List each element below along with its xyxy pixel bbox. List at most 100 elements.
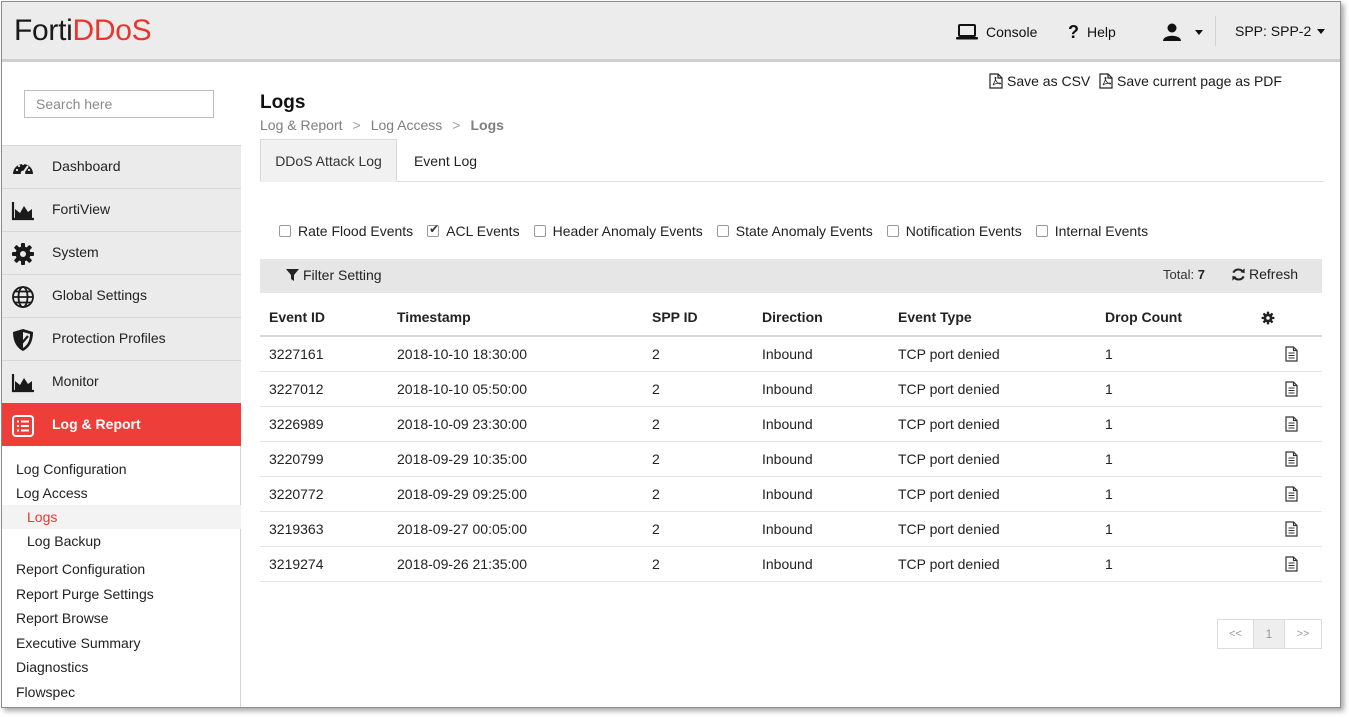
pagination-page-1[interactable]: 1: [1254, 620, 1285, 648]
checkbox[interactable]: [886, 225, 899, 237]
table-row[interactable]: 3226989 2018-10-09 23:30:00 2 Inbound TCP po…: [260, 406, 1322, 442]
view-details-button[interactable]: [1261, 336, 1322, 372]
breadcrumb-separator: >: [352, 117, 361, 133]
main-content: Save as CSV Save current page as PDF Log…: [242, 65, 1340, 707]
cell-drop-count: 1: [1096, 371, 1261, 407]
column-header-event-id[interactable]: Event ID: [260, 299, 388, 337]
sidebar-item-label: Dashboard: [52, 158, 121, 174]
console-button[interactable]: Console: [955, 20, 1037, 44]
list-report-icon: [10, 414, 36, 438]
table-row[interactable]: 3220772 2018-09-29 09:25:00 2 Inbound TCP po…: [260, 476, 1322, 512]
pagination-next-button[interactable]: >>: [1285, 620, 1321, 648]
filter-header-anomaly-events[interactable]: Header Anomaly Events: [533, 223, 703, 239]
submenu-diagnostics[interactable]: Diagnostics: [2, 655, 241, 679]
column-settings-button[interactable]: [1261, 299, 1322, 337]
column-header-spp-id[interactable]: SPP ID: [643, 299, 753, 337]
cell-event-type: TCP port denied: [889, 441, 1096, 477]
cell-timestamp: 2018-10-10 05:50:00: [388, 371, 643, 407]
filter-internal-events[interactable]: Internal Events: [1035, 223, 1148, 239]
sidebar-item-monitor[interactable]: Monitor: [2, 360, 241, 403]
sidebar-item-global-settings[interactable]: Global Settings: [2, 274, 241, 317]
spp-label: SPP: SPP-2: [1235, 23, 1312, 39]
filter-notification-events[interactable]: Notification Events: [886, 223, 1022, 239]
sidebar-item-protection-profiles[interactable]: Protection Profiles: [2, 317, 241, 360]
sidebar-item-label: System: [52, 244, 99, 260]
breadcrumb-item[interactable]: Log Access: [371, 117, 443, 133]
top-header: FortiDDoS Console ? Help SPP: SPP-2: [2, 2, 1340, 62]
cell-event-type: TCP port denied: [889, 476, 1096, 512]
cell-event-id: 3227161: [260, 336, 388, 372]
column-header-timestamp[interactable]: Timestamp: [388, 299, 643, 337]
event-type-filters: Rate Flood Events ACL Events Header Anom…: [279, 221, 1162, 241]
submenu-logs[interactable]: Logs: [2, 505, 241, 529]
cell-event-id: 3220799: [260, 441, 388, 477]
view-details-button[interactable]: [1261, 371, 1322, 407]
pagination: << 1 >>: [1217, 619, 1322, 649]
cell-event-id: 3219274: [260, 546, 388, 582]
checkbox[interactable]: [279, 225, 291, 237]
view-details-button[interactable]: [1261, 546, 1322, 582]
checkbox-checked[interactable]: [427, 222, 439, 237]
console-label: Console: [986, 24, 1038, 40]
table-row[interactable]: 3220799 2018-09-29 10:35:00 2 Inbound TCP po…: [260, 441, 1322, 477]
spp-selector[interactable]: SPP: SPP-2: [1235, 19, 1326, 43]
submenu-flowspec[interactable]: Flowspec: [2, 680, 241, 704]
column-header-drop-count[interactable]: Drop Count: [1096, 299, 1261, 337]
submenu-executive-summary[interactable]: Executive Summary: [2, 631, 241, 655]
user-menu-button[interactable]: [1162, 20, 1203, 44]
submenu-log-access[interactable]: Log Access: [2, 481, 241, 505]
sidebar-item-dashboard[interactable]: Dashboard: [2, 145, 241, 188]
refresh-button[interactable]: Refresh: [1231, 266, 1298, 282]
document-icon: [1285, 486, 1298, 502]
submenu-report-configuration[interactable]: Report Configuration: [2, 557, 241, 581]
view-details-button[interactable]: [1261, 511, 1322, 547]
submenu-log-backup[interactable]: Log Backup: [2, 529, 241, 553]
view-details-button[interactable]: [1261, 441, 1322, 477]
document-icon: [1285, 521, 1298, 537]
submenu-report-browse[interactable]: Report Browse: [2, 606, 241, 630]
sidebar-item-system[interactable]: System: [2, 231, 241, 274]
cell-direction: Inbound: [753, 476, 889, 512]
view-details-button[interactable]: [1261, 476, 1322, 512]
dashboard-gauge-icon: [10, 156, 36, 180]
funnel-filter-icon: [286, 268, 299, 281]
pagination-prev-button[interactable]: <<: [1218, 620, 1254, 648]
checkbox[interactable]: [716, 225, 729, 237]
table-row[interactable]: 3219363 2018-09-27 00:05:00 2 Inbound TCP po…: [260, 511, 1322, 547]
checkbox[interactable]: [1035, 225, 1048, 237]
view-details-button[interactable]: [1261, 406, 1322, 442]
cell-timestamp: 2018-09-26 21:35:00: [388, 546, 643, 582]
table-row[interactable]: 3227012 2018-10-10 05:50:00 2 Inbound TCP po…: [260, 371, 1322, 407]
help-button[interactable]: ? Help: [1068, 20, 1116, 44]
header-divider: [1215, 16, 1216, 46]
search-input[interactable]: [24, 90, 214, 118]
cell-direction: Inbound: [753, 511, 889, 547]
breadcrumb-current: Logs: [470, 117, 504, 133]
filter-rate-flood-events[interactable]: Rate Flood Events: [279, 223, 413, 239]
save-as-csv-button[interactable]: Save as CSV: [989, 71, 1090, 91]
sidebar-item-fortiview[interactable]: FortiView: [2, 188, 241, 231]
checkbox[interactable]: [533, 225, 546, 237]
sidebar-item-log-report[interactable]: Log & Report: [2, 403, 241, 446]
breadcrumb-item[interactable]: Log & Report: [260, 117, 343, 133]
document-icon: [1285, 381, 1298, 397]
column-header-direction[interactable]: Direction: [753, 299, 889, 337]
filter-acl-events[interactable]: ACL Events: [427, 222, 520, 239]
submenu-report-purge-settings[interactable]: Report Purge Settings: [2, 582, 241, 606]
tab-event-log[interactable]: Event Log: [397, 139, 494, 182]
tab-ddos-attack-log[interactable]: DDoS Attack Log: [260, 139, 397, 182]
gear-icon: [10, 242, 36, 266]
fortiddos-logo[interactable]: FortiDDoS: [14, 13, 152, 49]
sidebar-item-label: FortiView: [52, 201, 111, 217]
column-header-event-type[interactable]: Event Type: [889, 299, 1096, 337]
table-row[interactable]: 3219274 2018-09-26 21:35:00 2 Inbound TCP po…: [260, 546, 1322, 582]
total-value: 7: [1197, 267, 1205, 282]
checkbox-label: Rate Flood Events: [298, 223, 414, 239]
filter-setting-button[interactable]: Filter Setting: [286, 267, 382, 283]
save-page-pdf-button[interactable]: Save current page as PDF: [1099, 71, 1282, 91]
user-icon: [1163, 23, 1181, 41]
submenu-log-configuration[interactable]: Log Configuration: [2, 457, 241, 481]
filter-state-anomaly-events[interactable]: State Anomaly Events: [716, 223, 873, 239]
sidebar-item-label: Monitor: [52, 373, 99, 389]
table-row[interactable]: 3227161 2018-10-10 18:30:00 2 Inbound TCP po…: [260, 336, 1322, 372]
